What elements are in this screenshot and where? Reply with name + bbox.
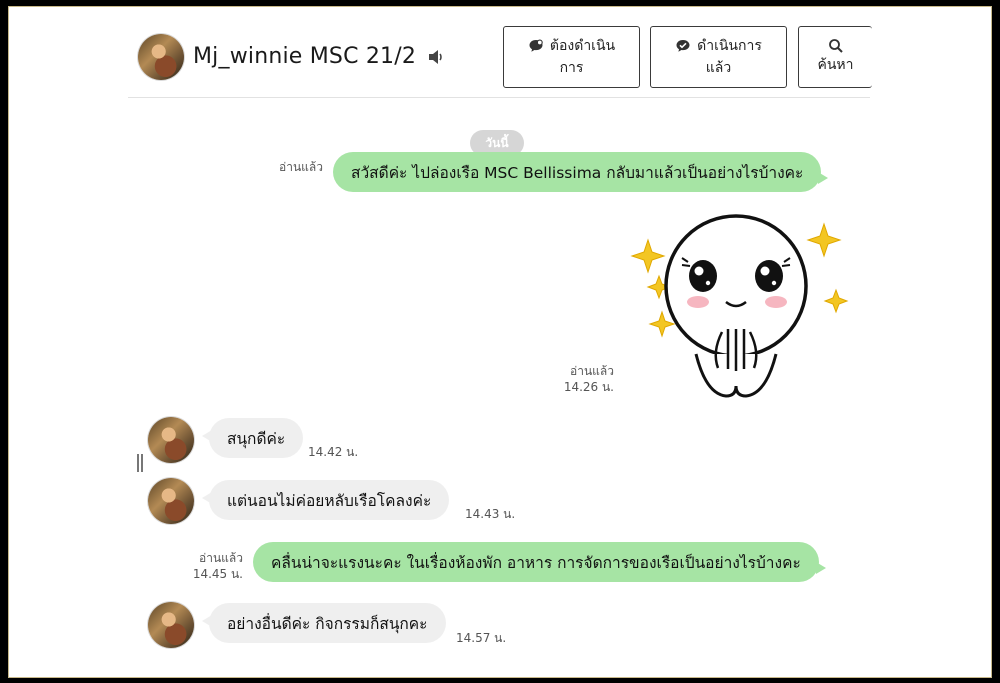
message-bubble-incoming[interactable]: อย่างอื่นดีค่ะ กิจกรรมก็สนุกคะ xyxy=(202,603,446,643)
chat-window: Mj_winnie MSC 21/2 ต้องดำเนิน การ ดำเนิน… xyxy=(8,6,992,678)
message-time: 14.45 น. xyxy=(192,567,243,581)
done-label-1: ดำเนินการ xyxy=(697,38,762,54)
sparkle-icon xyxy=(630,238,666,274)
contact-avatar[interactable] xyxy=(148,417,194,463)
done-label-2: แล้ว xyxy=(705,60,732,76)
message-time: 14.26 น. xyxy=(563,380,614,394)
read-receipt: อ่านแล้ว xyxy=(273,159,323,175)
search-label: ค้นหา xyxy=(817,57,854,73)
message-time: 14.57 น. xyxy=(456,631,507,645)
todo-label-2: การ xyxy=(559,60,584,76)
message-bubble-outgoing[interactable]: สวัสดีค่ะ ไปล่องเรือ MSC Bellissima กลับ… xyxy=(333,152,829,192)
contact-avatar[interactable] xyxy=(148,478,194,524)
chat-bubble-icon xyxy=(529,39,543,52)
contact-avatar[interactable] xyxy=(138,34,184,80)
message-bubble-incoming[interactable]: แต่นอนไม่ค่อยหลับเรือโคลงค่ะ xyxy=(201,480,450,520)
done-button[interactable]: ดำเนินการ แล้ว xyxy=(650,26,787,88)
chat-header: Mj_winnie MSC 21/2 ต้องดำเนิน การ ดำเนิน… xyxy=(128,6,872,98)
check-bubble-icon xyxy=(676,40,690,52)
sparkle-icon xyxy=(806,222,842,258)
search-icon xyxy=(828,39,843,53)
message-time: 14.42 น. xyxy=(308,445,359,459)
speaker-icon[interactable] xyxy=(426,47,446,67)
read-label: อ่านแล้ว xyxy=(199,551,243,565)
drag-handle[interactable] xyxy=(137,454,143,472)
read-label: อ่านแล้ว xyxy=(570,364,614,378)
todo-label-1: ต้องดำเนิน xyxy=(549,38,616,54)
read-receipt: อ่านแล้ว 14.45 น. xyxy=(183,550,243,582)
contact-avatar[interactable] xyxy=(148,602,194,648)
chat-title[interactable]: Mj_winnie MSC 21/2 xyxy=(193,44,416,69)
pleading-face-sticker[interactable] xyxy=(626,204,852,400)
todo-button[interactable]: ต้องดำเนิน การ xyxy=(503,26,640,88)
message-bubble-incoming[interactable]: สนุกดีค่ะ xyxy=(201,418,304,458)
search-button[interactable]: ค้นหา xyxy=(798,26,872,88)
sparkle-icon xyxy=(648,310,676,338)
sparkle-icon xyxy=(823,288,849,314)
read-receipt: อ่านแล้ว 14.26 น. xyxy=(548,363,614,395)
message-time: 14.43 น. xyxy=(465,507,516,521)
read-label: อ่านแล้ว xyxy=(279,160,323,174)
message-bubble-outgoing[interactable]: คลื่นน่าจะแรงนะคะ ในเรื่องห้องพัก อาหาร … xyxy=(253,542,826,582)
